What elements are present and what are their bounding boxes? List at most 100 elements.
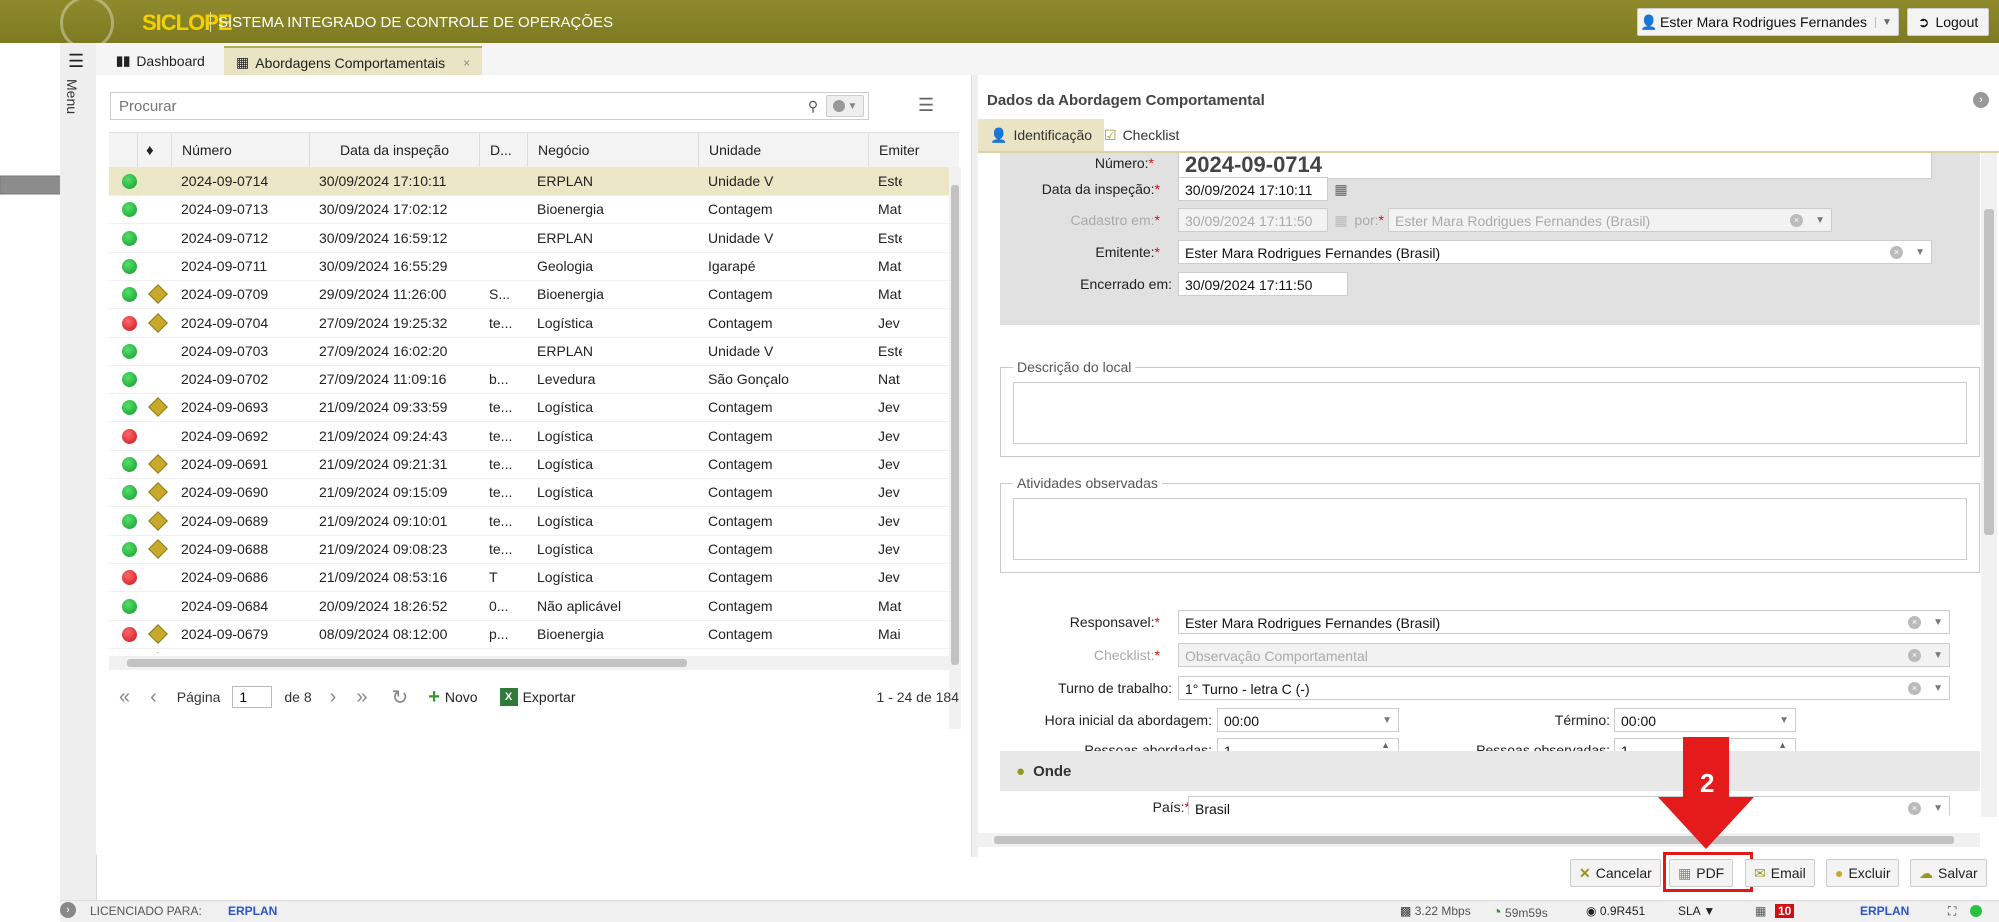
close-icon[interactable]: × (463, 56, 470, 70)
table-row[interactable]: 2024-09-0689 21/09/2024 09:10:01 te... Logí… (109, 507, 959, 536)
search-box: ⚲ ▼ (110, 92, 869, 120)
cell-numero: 2024-09-0678 (181, 648, 311, 653)
chevron-down-icon[interactable]: ▼ (1875, 16, 1898, 28)
list-vertical-scrollbar[interactable] (949, 167, 961, 729)
detail-horizontal-scrollbar[interactable] (978, 833, 1980, 847)
email-button[interactable]: ✉ Email (1745, 859, 1815, 887)
expand-icon[interactable]: › (60, 902, 76, 918)
scroll-thumb[interactable] (951, 185, 959, 665)
menu-strip[interactable]: ☰ Menu (60, 43, 97, 900)
delete-label: Excluir (1848, 865, 1891, 881)
next-page-icon[interactable]: › (330, 686, 337, 709)
scroll-thumb[interactable] (127, 659, 687, 667)
table-row[interactable]: 2024-09-0709 29/09/2024 11:26:00 S... Bioen… (109, 280, 959, 310)
hamburger-icon[interactable]: ☰ (68, 51, 84, 72)
column-header-numero[interactable]: Número (171, 133, 309, 167)
table-row[interactable]: 2024-09-0704 27/09/2024 19:25:32 te... Logí… (109, 309, 959, 338)
chevron-down-icon[interactable]: ▼ (1915, 241, 1925, 263)
emitente-field[interactable]: Ester Mara Rodrigues Fernandes (Brasil) … (1178, 240, 1932, 264)
column-header-negocio[interactable]: Negócio (527, 133, 698, 167)
descricao-textarea[interactable] (1013, 382, 1967, 444)
table-row[interactable]: 2024-09-0679 08/09/2024 08:12:00 p... Bioen… (109, 620, 959, 649)
cell-unidade: Contagem (708, 399, 773, 416)
table-row[interactable]: 2024-09-0714 30/09/2024 17:10:11 ERPLAN Uni… (109, 167, 959, 196)
delete-button[interactable]: ● Excluir (1826, 859, 1900, 887)
responsavel-field[interactable]: Ester Mara Rodrigues Fernandes (Brasil) … (1178, 610, 1950, 634)
tab-identificacao[interactable]: 👤 Identificação (978, 119, 1105, 151)
chevron-down-icon[interactable]: ▼ (1779, 709, 1789, 731)
table-row[interactable]: 2024-09-0690 21/09/2024 09:15:09 te... Logí… (109, 478, 959, 508)
table-row[interactable]: 2024-09-0712 30/09/2024 16:59:12 ERPLAN Uni… (109, 224, 959, 253)
scroll-thumb[interactable] (994, 836, 1954, 844)
tab-abordagens[interactable]: ▦ Abordagens Comportamentais × (224, 46, 483, 77)
columns-menu-icon[interactable]: ☰ (918, 95, 934, 116)
turno-field[interactable]: 1° Turno - letra C (-) × ▼ (1178, 676, 1950, 700)
encerrado-field[interactable]: 30/09/2024 17:11:50 (1178, 272, 1348, 296)
table-row[interactable]: 2024-09-0684 20/09/2024 18:26:52 0... Não a… (109, 592, 959, 621)
chevron-down-icon[interactable]: ▼ (1382, 709, 1392, 731)
termino-field[interactable]: 00:00 ▼ (1614, 708, 1796, 732)
prev-page-icon[interactable]: ‹ (150, 686, 157, 709)
refresh-icon[interactable]: ↻ (391, 685, 408, 710)
fullscreen-icon[interactable]: ⛶ (1948, 904, 1956, 919)
calendar-icon[interactable]: ▦ (1331, 180, 1351, 198)
tab-checklist[interactable]: ☑ Checklist (1092, 119, 1191, 151)
clear-icon[interactable]: × (1908, 682, 1921, 695)
first-page-icon[interactable]: « (119, 686, 130, 709)
calendar-icon[interactable]: ▦ (1755, 904, 1766, 918)
user-menu-button[interactable]: 👤 Ester Mara Rodrigues Fernandes ▼ (1637, 8, 1899, 36)
onde-header[interactable]: ● Onde (1000, 751, 1980, 791)
table-row[interactable]: 2024-09-0693 21/09/2024 09:33:59 te... Logí… (109, 393, 959, 423)
numero-field[interactable]: 2024-09-0714 (1178, 153, 1932, 179)
page-number-input[interactable] (232, 686, 273, 708)
search-icon[interactable]: ⚲ (800, 98, 826, 115)
status-column-header[interactable] (109, 133, 137, 167)
filter-dropdown[interactable]: ▼ (826, 95, 864, 117)
new-button[interactable]: + Novo (428, 686, 477, 709)
data-inspecao-field[interactable]: 30/09/2024 17:10:11 (1178, 177, 1328, 201)
cell-numero: 2024-09-0709 (181, 286, 269, 303)
hora-inicial-field[interactable]: 00:00 ▼ (1217, 708, 1399, 732)
chevron-down-icon: ▼ (847, 100, 858, 112)
table-row[interactable]: 2024-09-0711 30/09/2024 16:55:29 Geologia I… (109, 252, 959, 281)
logout-button[interactable]: ➲ Logout (1907, 8, 1989, 36)
table-row[interactable]: 2024-09-0713 30/09/2024 17:02:12 Bioenergi… (109, 195, 959, 225)
cell-emitente: Jev (878, 456, 900, 472)
cell-data: 27/09/2024 16:02:20 (319, 342, 448, 359)
notification-count[interactable]: 10 (1775, 904, 1795, 918)
last-page-icon[interactable]: » (356, 686, 367, 709)
table-row[interactable]: 2024-09-0691 21/09/2024 09:21:31 te... Logí… (109, 450, 959, 479)
save-button[interactable]: ☁ Salvar (1910, 859, 1987, 887)
chevron-down-icon[interactable]: ▼ (1933, 611, 1943, 633)
chevron-down-icon[interactable]: ▼ (1933, 797, 1943, 815)
table-row[interactable]: 2024-09-0692 21/09/2024 09:24:43 te... Logí… (109, 422, 959, 451)
clear-icon[interactable]: × (1908, 802, 1921, 815)
menu-label[interactable]: Menu (64, 79, 80, 114)
tab-dashboard[interactable]: ▮▮ Dashboard (104, 46, 217, 75)
table-row[interactable]: 2024-09-0686 21/09/2024 08:53:16 T Logístic… (109, 563, 959, 593)
cell-d: te... (489, 314, 513, 331)
pais-field[interactable]: Brasil × ▼ (1188, 796, 1950, 815)
flag-column-header[interactable]: ♦ (137, 133, 171, 167)
clear-icon[interactable]: × (1908, 616, 1921, 629)
table-row[interactable]: 2024-09-0702 27/09/2024 11:09:16 b... Leved… (109, 365, 959, 395)
list-horizontal-scrollbar[interactable] (109, 656, 949, 670)
cancel-button[interactable]: ✕ Cancelar (1570, 859, 1661, 887)
collapse-icon[interactable]: › (1973, 92, 1989, 108)
column-header-data[interactable]: Data da inspeção (309, 133, 479, 167)
cell-unidade: Contagem (708, 540, 773, 557)
table-row[interactable]: 2024-09-0703 27/09/2024 16:02:20 ERPLAN Uni… (109, 337, 959, 366)
clear-icon[interactable]: × (1890, 246, 1903, 259)
column-header-unidade[interactable]: Unidade (698, 133, 868, 167)
search-input[interactable] (111, 94, 800, 118)
sla-dropdown[interactable]: SLA ▼ (1678, 904, 1715, 918)
export-button[interactable]: X Exportar (499, 688, 576, 706)
detail-vertical-scrollbar[interactable] (1981, 153, 1997, 817)
atividades-textarea[interactable] (1013, 498, 1967, 560)
table-row[interactable]: 2024-09-0688 21/09/2024 09:08:23 te... Logí… (109, 535, 959, 564)
column-header-emitente[interactable]: Emiter (868, 133, 959, 167)
column-header-d[interactable]: D... (479, 133, 527, 167)
chevron-down-icon[interactable]: ▼ (1933, 677, 1943, 699)
table-row[interactable]: 2024-09-0678 05/09/2024 15:09:09 g... Bioen… (109, 648, 959, 653)
scroll-thumb[interactable] (1984, 209, 1994, 535)
